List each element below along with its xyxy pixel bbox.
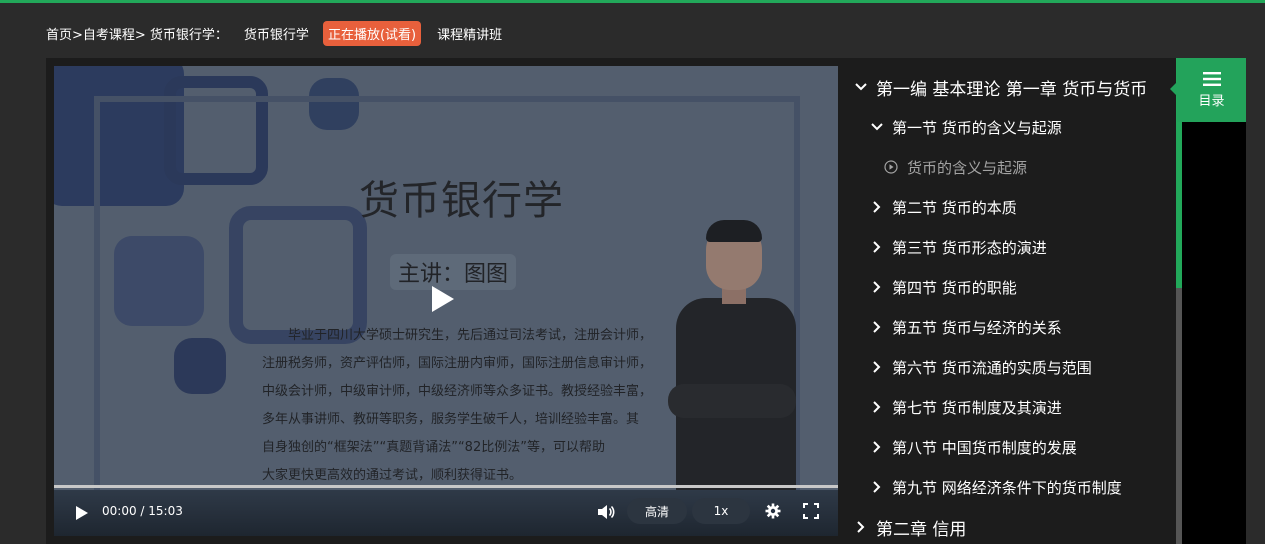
catalog-section-label: 第九节 网络经济条件下的货币制度 bbox=[892, 478, 1122, 497]
fullscreen-icon[interactable] bbox=[803, 503, 819, 519]
catalog-toggle-button[interactable]: 目录 bbox=[1170, 58, 1246, 122]
catalog-section-item[interactable]: 第九节 网络经济条件下的货币制度 bbox=[870, 473, 1122, 501]
video-overlay bbox=[54, 66, 838, 496]
catalog-lesson-item[interactable]: 货币的含义与起源 bbox=[884, 153, 1027, 181]
player-stage: 货币银行学 主讲：图图 毕业于四川大学硕士研究生，先后通过司法考试，注册会计师，… bbox=[46, 58, 1246, 544]
catalog-section-item[interactable]: 第四节 货币的职能 bbox=[870, 273, 1017, 301]
catalog-section-label: 第五节 货币与经济的关系 bbox=[892, 318, 1062, 337]
chevron-down-icon bbox=[871, 123, 883, 131]
breadcrumb-path[interactable]: 首页>自考课程> 货币银行学： bbox=[46, 24, 228, 43]
top-accent-line bbox=[0, 0, 1265, 3]
catalog-chapter-item[interactable]: 第二章 信用 bbox=[854, 512, 966, 542]
chevron-right-icon bbox=[873, 201, 881, 213]
now-playing-badge: 正在播放(试看) bbox=[322, 20, 422, 46]
play-circle-icon bbox=[884, 160, 898, 174]
catalog-section-item[interactable]: 第一节 货币的含义与起源 bbox=[870, 113, 1062, 141]
catalog-lesson-label: 货币的含义与起源 bbox=[907, 158, 1028, 177]
gear-icon[interactable] bbox=[765, 503, 781, 519]
breadcrumb-class: 课程精讲班 bbox=[437, 27, 503, 43]
catalog-part-item[interactable]: 第一编 基本理论 第一章 货币与货币 bbox=[854, 72, 1147, 102]
catalog-section-label: 第一节 货币的含义与起源 bbox=[892, 118, 1062, 137]
chevron-right-icon bbox=[873, 281, 881, 293]
progress-bar[interactable] bbox=[54, 485, 838, 488]
side-panel bbox=[1182, 122, 1246, 544]
chevron-right-icon bbox=[873, 321, 881, 333]
catalog-part-label: 第一编 基本理论 第一章 货币与货币 bbox=[876, 79, 1148, 100]
chevron-right-icon bbox=[873, 481, 881, 493]
breadcrumb: 首页>自考课程> 货币银行学： 货币银行学 正在播放(试看) 课程精讲班 bbox=[46, 20, 502, 46]
chevron-right-icon bbox=[873, 441, 881, 453]
chevron-right-icon bbox=[873, 401, 881, 413]
chevron-right-icon bbox=[857, 521, 865, 533]
catalog-section-label: 第七节 货币制度及其演进 bbox=[892, 398, 1062, 417]
catalog-section-label: 第二节 货币的本质 bbox=[892, 198, 1017, 217]
big-play-icon[interactable] bbox=[432, 286, 454, 312]
tab-notch bbox=[1170, 82, 1177, 96]
catalog-section-item[interactable]: 第五节 货币与经济的关系 bbox=[870, 313, 1062, 341]
quality-button[interactable]: 高清 bbox=[627, 498, 687, 524]
catalog-section-label: 第四节 货币的职能 bbox=[892, 278, 1017, 297]
time-display: 00:00 / 15:03 bbox=[102, 504, 183, 518]
video-player[interactable]: 货币银行学 主讲：图图 毕业于四川大学硕士研究生，先后通过司法考试，注册会计师，… bbox=[54, 66, 838, 536]
catalog-section-item[interactable]: 第七节 货币制度及其演进 bbox=[870, 393, 1062, 421]
volume-icon[interactable] bbox=[597, 504, 615, 520]
play-icon[interactable] bbox=[76, 506, 88, 520]
speed-button[interactable]: 1x bbox=[692, 498, 750, 524]
video-controls: 00:00 / 15:03 高清 1x bbox=[54, 490, 838, 536]
chevron-down-icon bbox=[855, 83, 867, 91]
catalog-section-item[interactable]: 第八节 中国货币制度的发展 bbox=[870, 433, 1077, 461]
catalog-chapter-label: 第二章 信用 bbox=[876, 519, 967, 540]
catalog-toggle-label: 目录 bbox=[1198, 93, 1225, 109]
course-catalog: 第一编 基本理论 第一章 货币与货币 第一节 货币的含义与起源 货币的含义与起源… bbox=[838, 58, 1176, 544]
catalog-section-label: 第三节 货币形态的演进 bbox=[892, 238, 1047, 257]
catalog-section-item[interactable]: 第三节 货币形态的演进 bbox=[870, 233, 1047, 261]
chevron-right-icon bbox=[873, 361, 881, 373]
breadcrumb-course: 货币银行学 bbox=[243, 27, 309, 43]
catalog-section-label: 第八节 中国货币制度的发展 bbox=[892, 438, 1077, 457]
chevron-right-icon bbox=[873, 241, 881, 253]
catalog-section-label: 第六节 货币流通的实质与范围 bbox=[892, 358, 1092, 377]
catalog-section-item[interactable]: 第二节 货币的本质 bbox=[870, 193, 1017, 221]
menu-icon bbox=[1202, 71, 1221, 86]
catalog-section-item[interactable]: 第六节 货币流通的实质与范围 bbox=[870, 353, 1092, 381]
